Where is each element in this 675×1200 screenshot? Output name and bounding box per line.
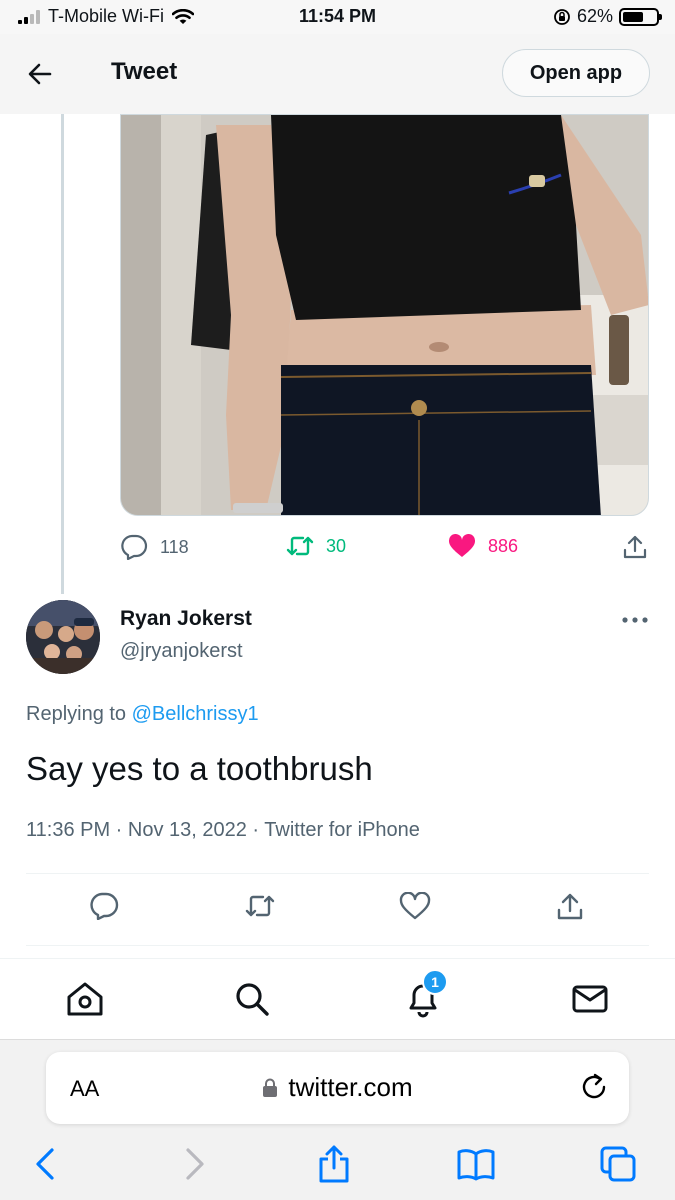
tabs-icon[interactable]: [598, 1144, 638, 1184]
twitter-tab-bar: [0, 958, 675, 1038]
heart-icon: [448, 534, 476, 557]
tweet-timestamp[interactable]: 11:36 PM · Nov 13, 2022 · Twitter for iP…: [26, 819, 420, 842]
parent-tweet-actions: 118 30 886: [0, 534, 675, 570]
share-sheet-icon[interactable]: [314, 1144, 354, 1184]
replying-prefix: Replying to: [26, 703, 127, 725]
mention-link[interactable]: @Bellchrissy1: [132, 703, 259, 725]
retweet-action[interactable]: 30: [286, 534, 346, 558]
thread-connector: [61, 114, 64, 594]
reload-icon[interactable]: [579, 1072, 609, 1102]
orientation-lock-icon: [554, 8, 570, 25]
bookmarks-icon[interactable]: [456, 1144, 496, 1184]
battery-icon: [619, 7, 662, 26]
status-right: 62%: [553, 6, 662, 27]
address-bar[interactable]: AA twitter.com: [46, 1052, 629, 1124]
reply-action[interactable]: 118: [120, 534, 189, 560]
tweet-text: Say yes to a toothbrush: [26, 750, 373, 787]
author-handle[interactable]: @jryanjokerst: [120, 640, 243, 663]
tweet-photo[interactable]: [120, 114, 649, 516]
top-nav-bar: Tweet Open app: [0, 34, 675, 114]
retweet-icon[interactable]: [244, 892, 276, 920]
share-icon: [623, 535, 647, 559]
share-action[interactable]: [622, 534, 648, 560]
url-text: twitter.com: [288, 1072, 413, 1102]
replying-to-line: Replying to @Bellchrissy1: [26, 703, 259, 726]
divider: [26, 945, 649, 946]
like-count: 886: [488, 535, 519, 556]
reply-icon: [121, 534, 148, 560]
url-display[interactable]: twitter.com: [46, 1072, 629, 1103]
search-icon[interactable]: [232, 979, 272, 1019]
reply-icon[interactable]: [89, 892, 119, 920]
reply-count: 118: [160, 536, 189, 557]
battery-percent: 62%: [576, 6, 613, 26]
divider: [26, 873, 649, 874]
share-icon[interactable]: [555, 892, 585, 922]
open-app-button[interactable]: Open app: [502, 49, 650, 97]
page-title: Tweet: [111, 58, 178, 85]
reply-tweet-actions: [0, 892, 675, 928]
browser-back-icon[interactable]: [26, 1144, 66, 1184]
author-name[interactable]: Ryan Jokerst: [120, 607, 252, 631]
status-bar: T-Mobile Wi-Fi 11:54 PM 62%: [0, 0, 675, 34]
back-arrow-icon[interactable]: [24, 58, 56, 90]
avatar-image: [26, 600, 100, 674]
mail-icon[interactable]: [570, 979, 610, 1019]
more-options-icon[interactable]: [620, 612, 650, 628]
photo-image: [121, 115, 648, 515]
browser-chrome: AA twitter.com: [0, 1039, 675, 1200]
home-icon[interactable]: [65, 979, 105, 1019]
browser-forward-icon[interactable]: [174, 1144, 214, 1184]
retweet-count: 30: [326, 535, 347, 556]
like-action[interactable]: 886: [448, 534, 518, 558]
heart-icon[interactable]: [399, 892, 431, 920]
avatar[interactable]: [26, 600, 100, 674]
lock-icon: [263, 1078, 278, 1097]
retweet-icon: [286, 536, 314, 556]
notification-badge: 1: [422, 969, 448, 995]
